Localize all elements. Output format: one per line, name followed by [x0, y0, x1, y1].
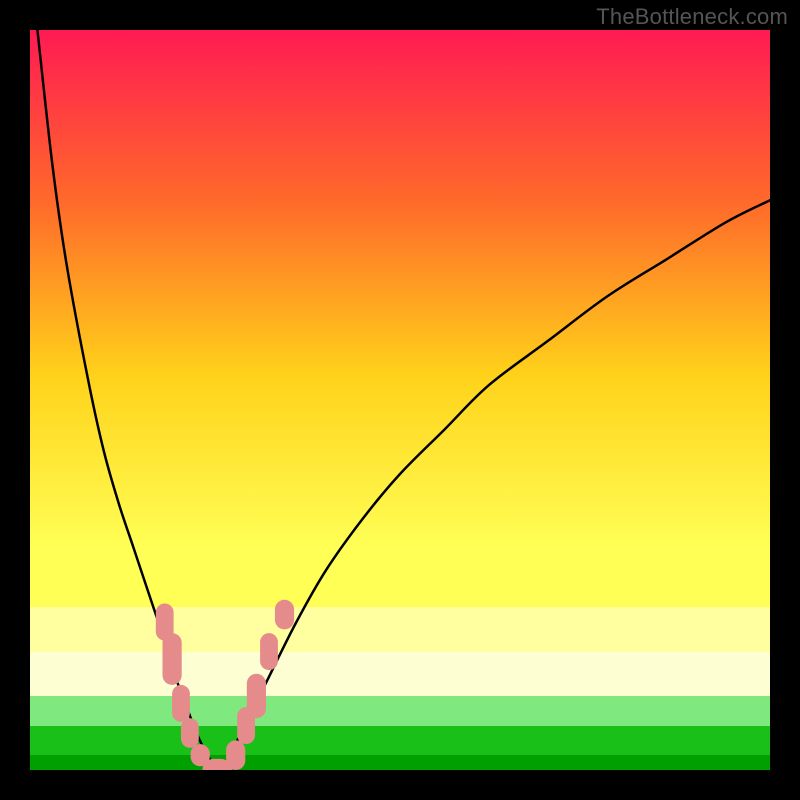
curve-marker	[172, 685, 190, 722]
outer-frame: TheBottleneck.com	[0, 0, 800, 800]
curve-marker	[260, 633, 278, 670]
curve-marker	[275, 600, 294, 630]
curve-marker	[226, 740, 245, 770]
marker-group	[156, 600, 294, 770]
bottleneck-curve	[37, 30, 770, 770]
plot-area	[30, 30, 770, 770]
curve-marker	[181, 718, 199, 748]
curve-layer	[30, 30, 770, 770]
curve-marker	[163, 633, 182, 685]
curve-marker	[247, 674, 266, 718]
watermark-text: TheBottleneck.com	[596, 4, 788, 30]
